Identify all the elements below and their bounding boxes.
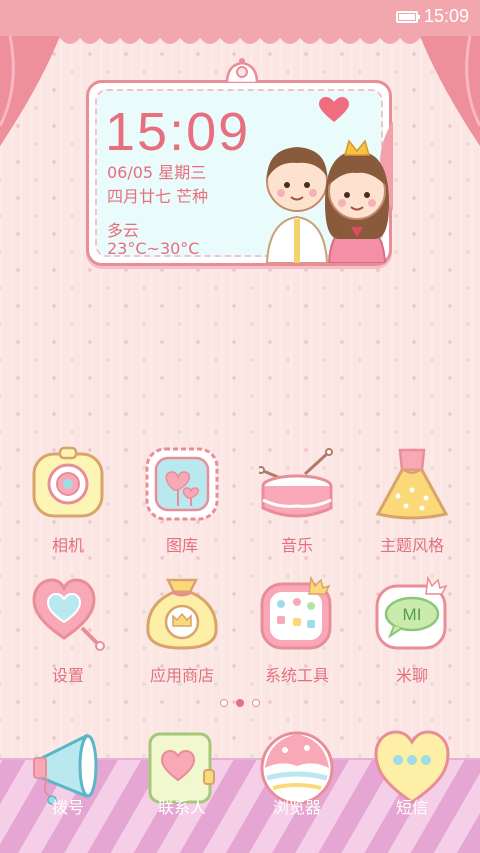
- dock-app-messages[interactable]: 短信: [352, 730, 472, 850]
- clock-weather-widget[interactable]: 15:09 06/05 星期三 四月廿七 芒种 多云 23°C~30°C: [86, 58, 393, 266]
- widget-weekday: 星期三: [158, 163, 207, 182]
- app-theme[interactable]: 主题风格: [352, 446, 472, 566]
- couple-illustration-icon: [265, 121, 393, 263]
- tools-folder-icon: [260, 576, 332, 650]
- app-label: 相机: [51, 536, 84, 555]
- app-label: 拨号: [51, 798, 84, 817]
- app-store[interactable]: 应用商店: [122, 576, 242, 696]
- dock-app-contacts[interactable]: 联系人: [122, 730, 242, 850]
- dress-theme-icon: [375, 448, 449, 520]
- app-mi-chat[interactable]: MI 米聊: [352, 576, 472, 696]
- app-label: 主题风格: [379, 536, 444, 555]
- page-indicator: [220, 698, 260, 708]
- page-dot-active[interactable]: [236, 699, 244, 707]
- crown-ornament-icon: [225, 58, 259, 83]
- app-store-bag-icon: [146, 578, 218, 650]
- camera-icon: [32, 446, 104, 518]
- widget-date: 06/05: [107, 163, 154, 182]
- app-label: 应用商店: [149, 666, 214, 685]
- app-label: 米聊: [395, 666, 428, 685]
- svg-text:MI: MI: [403, 605, 422, 624]
- page-dot[interactable]: [252, 699, 260, 707]
- curtain-left: [0, 36, 60, 146]
- app-label: 图库: [165, 536, 198, 555]
- curtain-right: [420, 36, 480, 146]
- app-label: 设置: [51, 666, 84, 685]
- app-system-tools[interactable]: 系统工具: [237, 576, 357, 696]
- music-drum-icon: [259, 448, 333, 518]
- app-music[interactable]: 音乐: [237, 446, 357, 566]
- heart-settings-icon: [32, 578, 105, 651]
- app-label: 短信: [395, 798, 428, 817]
- mi-chat-icon: MI: [375, 576, 448, 650]
- status-time: 15:09: [424, 6, 470, 26]
- app-gallery[interactable]: 图库: [122, 446, 242, 566]
- app-camera[interactable]: 相机: [8, 446, 128, 566]
- widget-lunar-line: 四月廿七 芒种: [107, 183, 208, 207]
- dock-app-browser[interactable]: 浏览器: [237, 730, 357, 850]
- app-label: 联系人: [157, 798, 206, 817]
- app-label: 音乐: [280, 536, 313, 555]
- app-label: 浏览器: [272, 798, 321, 817]
- widget-clock: 15:09: [105, 102, 251, 162]
- app-settings[interactable]: 设置: [8, 576, 128, 696]
- page-dot[interactable]: [220, 699, 228, 707]
- curtain-valance: [0, 30, 480, 44]
- battery-icon: [396, 11, 420, 23]
- dock-app-dialer[interactable]: 拨号: [8, 730, 128, 850]
- widget-weather: 多云: [107, 221, 140, 240]
- widget-lunar: 四月廿七: [107, 187, 172, 206]
- app-label: 系统工具: [264, 666, 329, 685]
- gallery-icon: [145, 447, 219, 521]
- heart-icon: [319, 97, 349, 122]
- status-bar: 15:09: [0, 0, 480, 34]
- widget-solar-term: 芒种: [176, 187, 209, 206]
- widget-date-line: 06/05 星期三: [107, 159, 206, 183]
- widget-temperature: 23°C~30°C: [107, 239, 200, 258]
